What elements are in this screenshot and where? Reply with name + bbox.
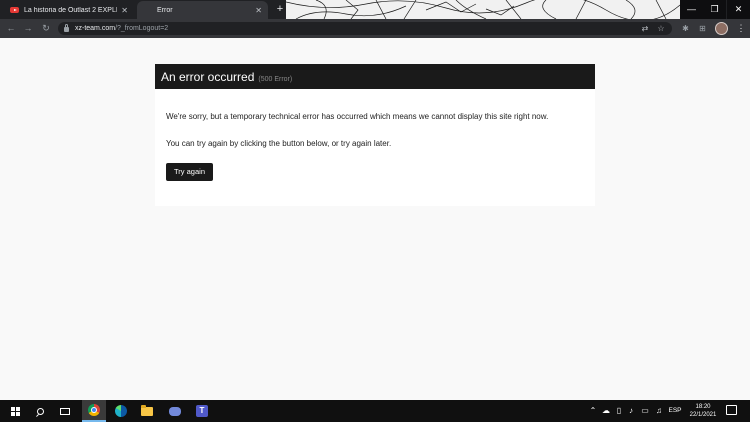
task-view-icon [60,407,70,415]
theme-background-image [286,0,680,19]
error-card: An error occurred (500 Error) We're sorr… [155,64,595,206]
extensions-puzzle-icon[interactable]: ⊞ [697,23,708,34]
translate-icon[interactable]: ⇄ [640,24,650,34]
forward-button[interactable]: → [20,19,36,38]
try-again-button[interactable]: Try again [166,163,213,181]
maximize-button[interactable]: ❐ [703,0,726,19]
youtube-icon [10,7,19,13]
close-tab-icon[interactable]: ✕ [255,6,262,15]
show-hidden-icons[interactable]: ⌃ [588,400,598,422]
tab-title: La historia de Outlast 2 EXPLICAD [24,6,117,14]
url-host: xz-team.com [75,25,116,32]
extension-icon[interactable]: ✱ [680,23,691,34]
clock-time: 18:20 [695,404,711,410]
page-viewport: An error occurred (500 Error) We're sorr… [0,38,750,400]
teams-icon: T [196,405,208,417]
new-tab-button[interactable]: + [273,2,287,16]
bookmark-star-icon[interactable]: ☆ [656,24,666,34]
tab-strip: La historia de Outlast 2 EXPLICAD ✕ Erro… [0,0,750,19]
onedrive-icon[interactable]: ☁ [600,400,612,422]
url-path: /?_fromLogout=2 [115,25,169,32]
address-bar[interactable]: xz-team.com /?_fromLogout=2 ⇄ ☆ [58,22,672,35]
discord-icon [169,406,181,416]
input-language[interactable]: ESP [668,400,682,422]
error-header: An error occurred (500 Error) [155,64,595,89]
taskbar-teams[interactable]: T [190,400,214,422]
taskbar-chrome[interactable] [82,400,106,422]
tab-error[interactable]: Error ✕ [137,1,268,19]
notifications-icon[interactable] [726,405,737,415]
page-title: An error occurred [161,70,255,84]
error-message: We're sorry, but a temporary technical e… [166,112,549,121]
taskbar-discord[interactable] [163,400,187,422]
volume-icon[interactable]: ♫ [653,400,665,422]
edge-icon [115,405,127,417]
start-button[interactable] [3,400,27,422]
task-view-button[interactable] [53,400,77,422]
minimize-button[interactable]: — [680,0,703,19]
tab-youtube[interactable]: La historia de Outlast 2 EXPLICAD ✕ [4,1,134,19]
search-icon [36,407,44,415]
reload-button[interactable]: ↻ [38,19,54,38]
clock-date: 22/1/2021 [689,412,717,418]
chrome-icon [88,404,100,416]
error-body: We're sorry, but a temporary technical e… [155,89,595,181]
taskbar-file-explorer[interactable] [135,400,159,422]
browser-toolbar: ← → ↻ xz-team.com /?_fromLogout=2 ⇄ ☆ ✱ … [0,19,750,38]
close-window-button[interactable]: ✕ [727,0,750,19]
retry-instructions: You can try again by clicking the button… [166,139,392,148]
close-tab-icon[interactable]: ✕ [121,6,128,15]
back-button[interactable]: ← [3,19,19,38]
browser-menu-icon[interactable]: ⋮ [736,19,746,38]
taskbar-edge[interactable] [109,400,133,422]
windows-start-icon [10,406,20,416]
system-clock[interactable]: 18:20 22/1/2021 [688,403,718,419]
error-code: (500 Error) [258,76,293,83]
lock-icon[interactable] [64,24,69,32]
device-icon[interactable]: ▯ [614,400,624,422]
file-explorer-icon [141,404,153,416]
taskbar: T ⌃ ☁ ▯ ♪ ▭ ♫ ESP 18:20 22/1/2021 [0,400,750,422]
tab-title: Error [157,6,173,14]
profile-avatar[interactable] [715,22,728,35]
microphone-icon[interactable]: ♪ [626,400,636,422]
network-icon[interactable]: ▭ [640,400,650,422]
search-button[interactable] [28,400,52,422]
